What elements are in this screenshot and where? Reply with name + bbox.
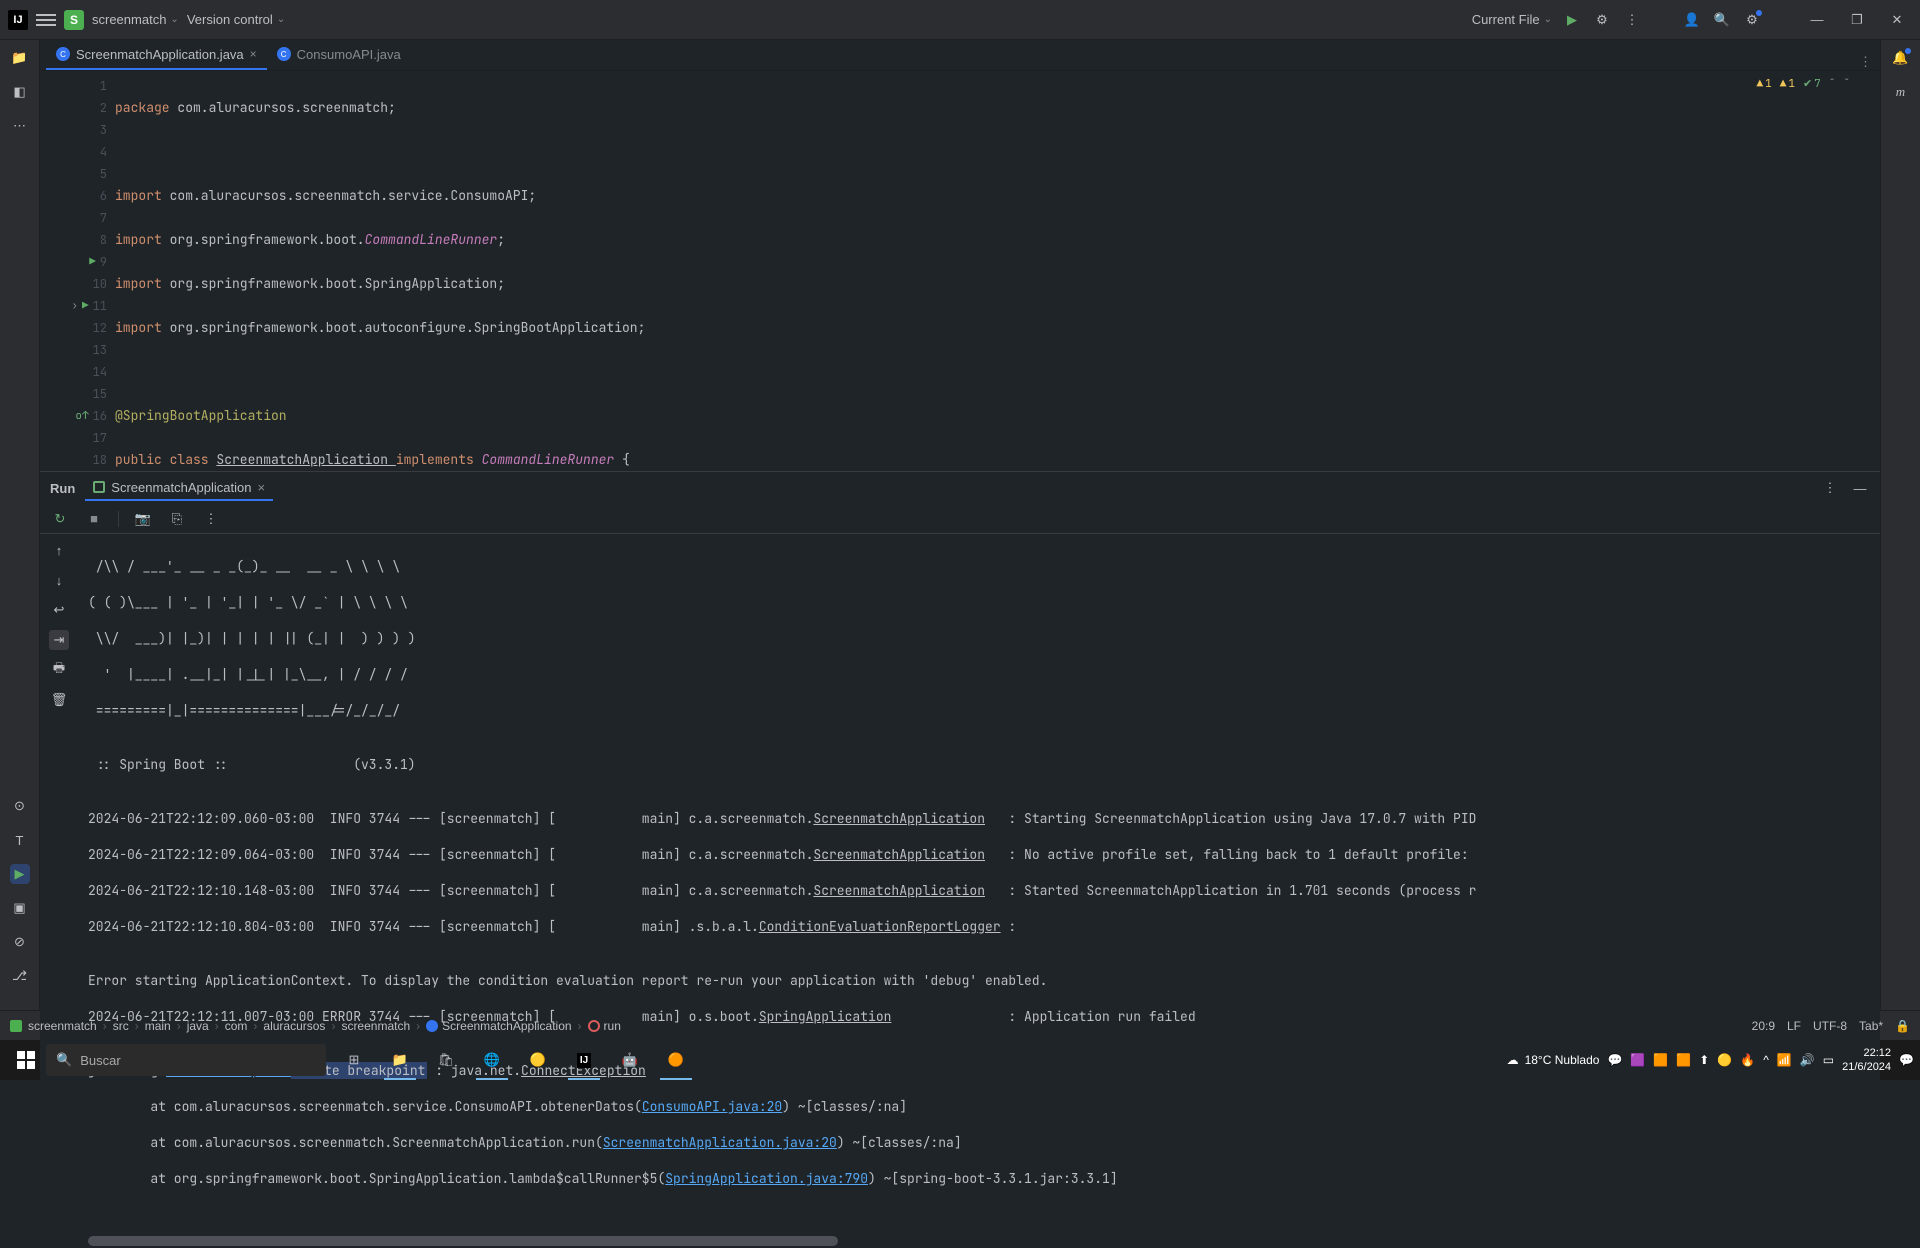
editor-tabs: C ScreenmatchApplication.java × C Consum…	[40, 40, 1880, 71]
postman-app[interactable]: 🟠	[654, 1040, 698, 1080]
stacktrace-link[interactable]: ScreenmatchApplication.java:20	[603, 1134, 837, 1151]
java-class-icon: C	[277, 47, 291, 61]
search-icon: 🔍	[56, 1052, 72, 1068]
run-button[interactable]: ▶	[1562, 10, 1582, 30]
run-gutter-icon[interactable]: ▶	[82, 295, 89, 317]
notifications-icon[interactable]: 🔔	[1891, 48, 1911, 68]
close-run-tab-icon[interactable]: ×	[257, 480, 265, 495]
bookmarks-tool-icon[interactable]: ⋯	[10, 116, 30, 136]
maximize-button[interactable]: ❐	[1842, 5, 1872, 35]
scroll-down-icon[interactable]: ↓	[49, 570, 69, 590]
debug-button[interactable]: ⚙	[1592, 10, 1612, 30]
run-config-dropdown[interactable]: Current File	[1472, 12, 1552, 27]
tabs-more-icon[interactable]: ⋮	[1859, 54, 1872, 70]
code-editor[interactable]: ▲1 ▲1 ✔7 ˆˇ 1 2 3 4 5 6 7 8 ▶9 10 ›▶11 1…	[40, 71, 1880, 471]
editor-gutter[interactable]: 1 2 3 4 5 6 7 8 ▶9 10 ›▶11 12 13 14 15 o…	[40, 71, 115, 471]
scroll-to-end-icon[interactable]: ⇥	[49, 630, 69, 650]
soft-wrap-icon[interactable]: ↩	[49, 600, 69, 620]
code-area[interactable]: package com.aluracursos.screenmatch; imp…	[115, 71, 1880, 471]
terminal-tool-icon[interactable]: T	[10, 830, 30, 850]
stop-icon[interactable]: ■	[84, 509, 104, 529]
run-gutter-icon[interactable]: ▶	[89, 251, 96, 273]
print-icon[interactable]: 🖶	[49, 660, 69, 680]
main-menu-button[interactable]	[36, 14, 56, 26]
readonly-lock-icon[interactable]: 🔒	[1895, 1019, 1910, 1033]
run-tool-icon[interactable]: ⊙	[10, 796, 30, 816]
more-toolbar-icon[interactable]: ⋮	[201, 509, 221, 529]
project-tool-icon[interactable]: 📁	[10, 48, 30, 68]
dump-threads-icon[interactable]: 📷	[133, 509, 153, 529]
hide-run-panel-icon[interactable]: —	[1850, 478, 1870, 498]
run-tool-active-icon[interactable]: ▶	[10, 864, 30, 884]
chrome-canary-app[interactable]: 🟡	[516, 1040, 560, 1080]
run-tool-window: Run ScreenmatchApplication × ⋮ — ↻ ■ 📷 ⎘…	[40, 471, 1880, 1248]
title-bar: IJ S screenmatch Version control Current…	[0, 0, 1920, 40]
intellij-app[interactable]: IJ	[562, 1040, 606, 1080]
start-button[interactable]	[6, 1040, 46, 1080]
more-run-button[interactable]: ⋮	[1622, 10, 1642, 30]
tab-screenmatch-application[interactable]: C ScreenmatchApplication.java ×	[46, 40, 267, 70]
debug-tool-icon[interactable]: ▣	[10, 898, 30, 918]
close-tab-icon[interactable]: ×	[250, 47, 257, 61]
close-button[interactable]: ✕	[1882, 5, 1912, 35]
tab-consumo-api[interactable]: C ConsumoAPI.java	[267, 40, 411, 70]
right-tool-strip: 🔔 m	[1880, 40, 1920, 1010]
console-output[interactable]: /\\ / ___'_ __ _ _(_)_ __ __ _ \ \ \ \ (…	[78, 534, 1880, 1248]
stacktrace-link[interactable]: ConsumoAPI.java:20	[642, 1098, 782, 1115]
tab-label: ConsumoAPI.java	[297, 47, 401, 62]
search-everywhere-icon[interactable]: 🔍	[1712, 10, 1732, 30]
horizontal-scrollbar[interactable]	[88, 1236, 838, 1246]
taskbar-search[interactable]: 🔍 Buscar	[46, 1044, 326, 1076]
chrome-app[interactable]: 🌐	[470, 1040, 514, 1080]
explorer-app[interactable]: 📁	[378, 1040, 422, 1080]
project-badge: S	[64, 10, 84, 30]
copilot-app[interactable]: 🤖	[608, 1040, 652, 1080]
project-dropdown[interactable]: screenmatch	[92, 12, 179, 27]
run-status-icon	[93, 481, 105, 493]
git-tool-icon[interactable]: ⎇	[10, 966, 30, 986]
stacktrace-link[interactable]: SpringApplication.java:790	[665, 1170, 868, 1187]
maven-tool-icon[interactable]: m	[1891, 82, 1911, 102]
scroll-up-icon[interactable]: ↑	[49, 540, 69, 560]
rerun-icon[interactable]: ↻	[50, 509, 70, 529]
project-status-icon	[10, 1020, 22, 1032]
clear-icon[interactable]: 🗑	[49, 690, 69, 710]
task-view-button[interactable]: ⊞	[332, 1040, 376, 1080]
tab-label: ScreenmatchApplication.java	[76, 47, 244, 62]
problems-tool-icon[interactable]: ⊘	[10, 932, 30, 952]
run-panel-title: Run	[50, 481, 75, 496]
code-with-me-icon[interactable]: 👤	[1682, 10, 1702, 30]
action-center-icon[interactable]: 💬	[1899, 1053, 1914, 1067]
left-tool-strip: 📁 ◧ ⋯ ⊙ T ▶ ▣ ⊘ ⎇	[0, 40, 40, 1010]
minimize-button[interactable]: —	[1802, 5, 1832, 35]
run-panel-options-icon[interactable]: ⋮	[1820, 478, 1840, 498]
vcs-dropdown[interactable]: Version control	[187, 12, 285, 27]
ide-logo: IJ	[8, 10, 28, 30]
run-tab[interactable]: ScreenmatchApplication ×	[85, 476, 273, 501]
override-gutter-icon[interactable]: o↑	[75, 405, 88, 427]
settings-icon[interactable]: ⚙	[1742, 10, 1762, 30]
java-class-icon: C	[56, 47, 70, 61]
structure-tool-icon[interactable]: ◧	[10, 82, 30, 102]
store-app[interactable]: 🛍	[424, 1040, 468, 1080]
exit-icon[interactable]: ⎘	[167, 509, 187, 529]
